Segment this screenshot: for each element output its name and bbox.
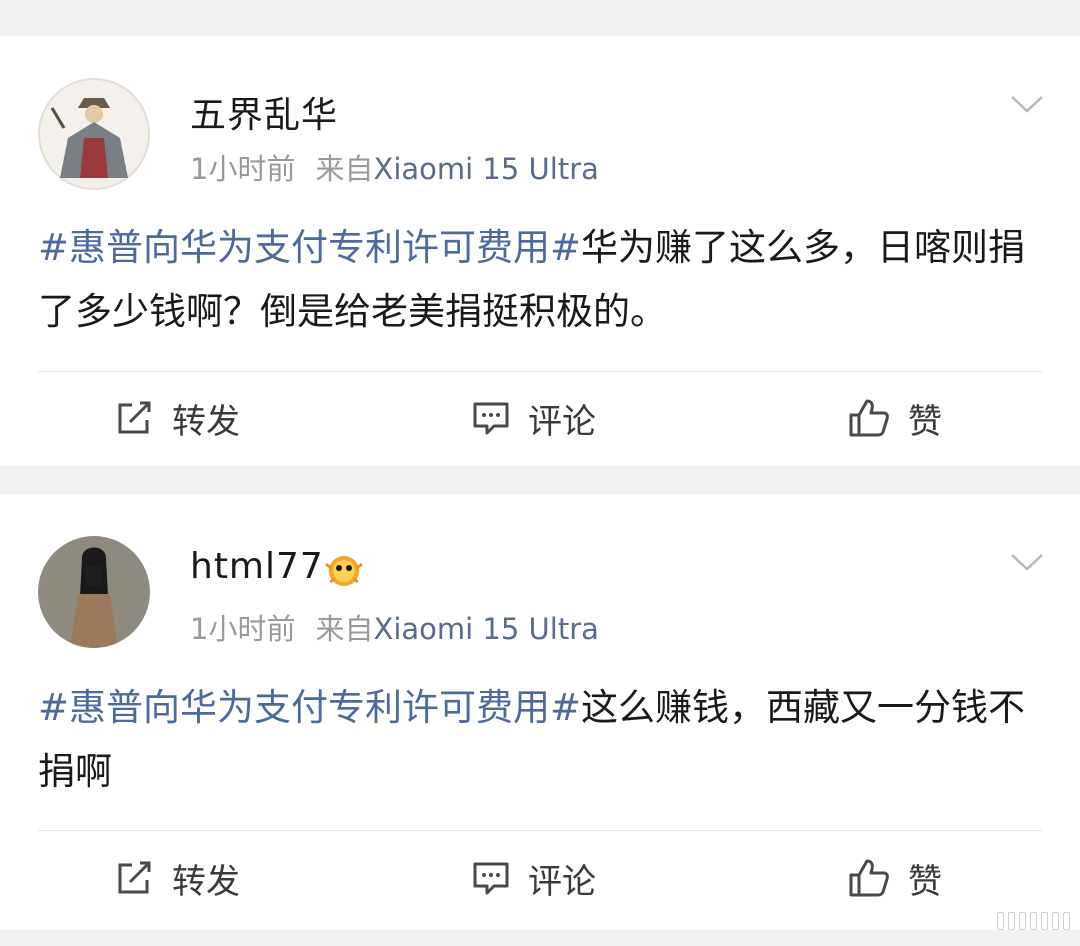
like-icon xyxy=(849,399,889,437)
like-icon xyxy=(849,859,889,897)
post-meta: 1小时前 来自Xiaomi 15 Ultra xyxy=(190,606,599,648)
avatar[interactable] xyxy=(38,536,150,648)
pufferfish-badge-icon[interactable] xyxy=(324,550,364,590)
comment-label: 评论 xyxy=(528,861,596,902)
avatar[interactable] xyxy=(38,78,150,190)
username-text: html77 xyxy=(190,546,324,587)
topic-link[interactable]: #惠普向华为支付专利许可费用# xyxy=(38,226,581,269)
username[interactable]: 五界乱华 xyxy=(190,86,338,138)
post-content: #惠普向华为支付专利许可费用#华为赚了这么多，日喀则捐了多少钱啊？倒是给老美捐挺… xyxy=(38,216,1048,344)
repost-icon xyxy=(118,401,151,434)
repost-button[interactable]: 转发 xyxy=(116,848,240,908)
repost-label: 转发 xyxy=(172,401,240,442)
comment-button[interactable]: 评论 xyxy=(472,848,596,908)
watermark-bars xyxy=(997,912,1070,930)
username[interactable]: html77 xyxy=(190,546,324,587)
post-time: 1小时前 xyxy=(190,152,296,186)
source-prefix: 来自 xyxy=(315,152,374,186)
chevron-down-icon[interactable] xyxy=(1010,552,1044,572)
divider xyxy=(38,830,1042,831)
repost-label: 转发 xyxy=(172,861,240,902)
device-name[interactable]: Xiaomi 15 Ultra xyxy=(373,612,598,646)
like-button[interactable]: 赞 xyxy=(848,848,942,908)
chevron-down-icon[interactable] xyxy=(1010,94,1044,114)
comment-icon xyxy=(473,862,509,895)
repost-icon xyxy=(118,861,151,894)
repost-button[interactable]: 转发 xyxy=(116,388,240,448)
topic-link[interactable]: #惠普向华为支付专利许可费用# xyxy=(38,686,581,729)
top-gap xyxy=(0,0,1080,36)
like-button[interactable]: 赞 xyxy=(848,388,942,448)
like-label: 赞 xyxy=(908,861,942,902)
like-label: 赞 xyxy=(908,401,942,442)
post-content: #惠普向华为支付专利许可费用#这么赚钱，西藏又一分钱不捐啊 xyxy=(38,676,1048,804)
source-prefix: 来自 xyxy=(315,612,374,646)
comment-button[interactable]: 评论 xyxy=(472,388,596,448)
post-card: html77 1小时前 来自Xiaomi 15 Ultra #惠普向华为支付专利许… xyxy=(0,494,1080,930)
comment-label: 评论 xyxy=(528,401,596,442)
post-meta: 1小时前 来自Xiaomi 15 Ultra xyxy=(190,146,599,188)
comment-icon xyxy=(473,402,509,435)
device-name[interactable]: Xiaomi 15 Ultra xyxy=(373,152,598,186)
post-card: 五界乱华 1小时前 来自Xiaomi 15 Ultra #惠普向华为支付专利许可费… xyxy=(0,36,1080,466)
divider xyxy=(38,371,1042,372)
post-time: 1小时前 xyxy=(190,612,296,646)
